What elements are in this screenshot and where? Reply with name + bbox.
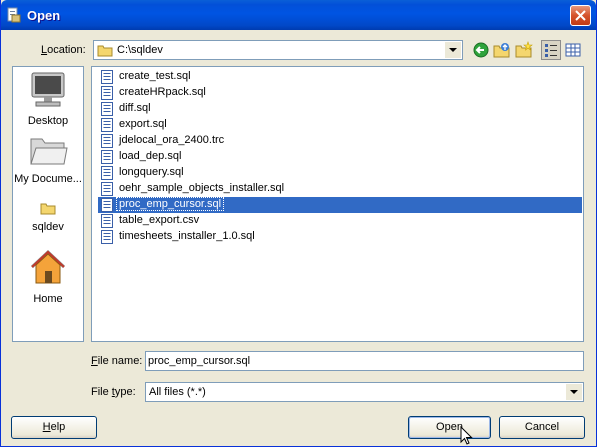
place-label: Home <box>33 293 63 305</box>
file-row[interactable]: diff.sql <box>98 101 582 117</box>
file-row[interactable]: longquery.sql <box>98 165 582 181</box>
file-name: create_test.sql <box>119 70 191 82</box>
location-combo[interactable]: C:\sqldev <box>93 40 463 60</box>
file-icon <box>101 150 113 164</box>
folder-icon <box>97 45 113 57</box>
window-title: Open <box>27 8 61 23</box>
cancel-button[interactable]: Cancel <box>499 416 585 439</box>
file-name: diff.sql <box>119 102 151 114</box>
file-list[interactable]: create_test.sql createHRpack.sql diff.sql e… <box>91 66 584 342</box>
title-bar[interactable]: Open <box>1 0 596 30</box>
place-label: My Docume... <box>14 173 82 185</box>
place-desktop[interactable]: Desktop <box>13 71 83 127</box>
file-name: proc_emp_cursor.sql <box>115 197 225 211</box>
place-label: sqldev <box>32 221 64 233</box>
file-icon <box>101 166 113 180</box>
folder-open-icon <box>30 138 68 165</box>
file-name: createHRpack.sql <box>119 86 206 98</box>
file-name: longquery.sql <box>119 166 184 178</box>
location-value: C:\sqldev <box>117 44 163 56</box>
file-icon <box>101 134 113 148</box>
file-row[interactable]: oehr_sample_objects_installer.sql <box>98 181 582 197</box>
file-name: table_export.csv <box>119 214 200 226</box>
back-button[interactable] <box>471 40 491 60</box>
place-my-documents[interactable]: My Docume... <box>13 133 83 185</box>
file-type-label: File type: <box>91 386 136 398</box>
mouse-cursor-icon <box>460 426 473 445</box>
list-view-button[interactable] <box>541 40 561 60</box>
new-folder-button[interactable] <box>514 40 534 60</box>
file-type-value: All files (*.*) <box>149 386 206 398</box>
file-row[interactable]: export.sql <box>98 117 582 133</box>
list-view-icon <box>545 44 557 57</box>
file-icon <box>101 86 113 100</box>
file-row[interactable]: table_export.csv <box>98 213 582 229</box>
place-sqldev[interactable]: sqldev <box>13 201 83 233</box>
location-label: Location: <box>41 44 86 56</box>
file-icon <box>101 182 113 196</box>
file-name: export.sql <box>119 118 167 130</box>
file-row[interactable]: jdelocal_ora_2400.trc <box>98 133 582 149</box>
open-button[interactable]: Open <box>408 416 491 439</box>
file-type-combo[interactable]: All files (*.*) <box>145 382 584 402</box>
file-type-dropdown-arrow[interactable] <box>566 384 582 400</box>
file-icon <box>101 102 113 116</box>
folder-icon <box>40 203 56 215</box>
location-dropdown-arrow[interactable] <box>445 42 461 58</box>
places-sidebar: Desktop My Docume... sqldev Home <box>12 66 84 342</box>
home-icon <box>30 249 66 284</box>
file-name: timesheets_installer_1.0.sql <box>119 230 255 242</box>
up-folder-icon <box>493 43 510 58</box>
back-arrow-icon <box>473 42 489 58</box>
file-row[interactable]: create_test.sql <box>98 69 582 85</box>
file-icon <box>101 198 113 212</box>
file-row[interactable]: createHRpack.sql <box>98 85 582 101</box>
file-icon <box>101 230 113 244</box>
document-open-icon <box>7 7 21 23</box>
help-button[interactable]: Help <box>11 416 97 439</box>
file-name: jdelocal_ora_2400.trc <box>119 134 225 146</box>
up-folder-button[interactable] <box>492 40 512 60</box>
place-label: Desktop <box>27 115 69 127</box>
file-name: oehr_sample_objects_installer.sql <box>119 182 285 194</box>
file-name-label: File name: <box>91 355 143 367</box>
new-folder-icon <box>515 41 533 58</box>
details-view-icon <box>565 43 581 57</box>
close-icon <box>575 10 586 21</box>
file-row[interactable]: timesheets_installer_1.0.sql <box>98 229 582 245</box>
file-icon <box>101 214 113 228</box>
desktop-icon <box>31 72 65 107</box>
file-name-field[interactable] <box>145 351 584 371</box>
file-icon <box>101 70 113 84</box>
file-row[interactable]: proc_emp_cursor.sql <box>98 197 582 213</box>
close-button[interactable] <box>570 5 591 26</box>
file-row[interactable]: load_dep.sql <box>98 149 582 165</box>
details-view-button[interactable] <box>563 40 583 60</box>
file-icon <box>101 118 113 132</box>
file-name: load_dep.sql <box>119 150 182 162</box>
place-home[interactable]: Home <box>13 247 83 305</box>
open-dialog: Open Location: C:\sqldev Desktop My Docu… <box>0 0 597 447</box>
